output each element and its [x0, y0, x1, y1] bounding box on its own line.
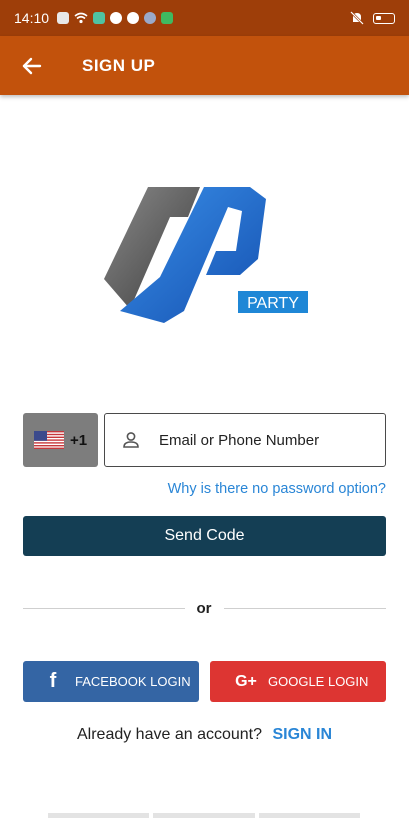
us-flag-icon: [33, 431, 64, 449]
send-code-button[interactable]: Send Code: [23, 516, 386, 556]
gmail-icon: [110, 12, 123, 24]
divider-right: [224, 608, 386, 609]
app-bar: SIGN UP: [0, 36, 409, 95]
bottom-tab[interactable]: [258, 813, 360, 818]
facebook-icon: f: [49, 670, 57, 692]
google-login-label: GOOGLE LOGIN: [268, 674, 369, 689]
country-code-label: +1: [69, 431, 88, 449]
or-label: or: [196, 600, 212, 617]
silent-icon: [350, 11, 364, 25]
back-button[interactable]: [20, 54, 44, 78]
facebook-login-label: FACEBOOK LOGIN: [75, 674, 191, 689]
signin-link[interactable]: SIGN IN: [272, 726, 332, 743]
page-title: SIGN UP: [82, 55, 156, 75]
arrow-left-icon: [22, 57, 42, 74]
signin-prompt: Already have an account?: [76, 726, 262, 743]
google-plus-icon: G+: [235, 672, 257, 690]
status-right-icons: [349, 11, 395, 25]
facebook-login-button[interactable]: f FACEBOOK LOGIN: [23, 661, 199, 702]
email-input[interactable]: [159, 431, 379, 449]
bottom-tab[interactable]: [153, 813, 255, 818]
google-login-button[interactable]: G+ GOOGLE LOGIN: [210, 661, 386, 702]
signin-row: Already have an account? SIGN IN: [0, 726, 409, 744]
mi-icon: [127, 12, 140, 24]
wifi-icon: [74, 12, 88, 24]
country-code-button[interactable]: +1: [23, 413, 98, 467]
bottom-tab-bar: [48, 813, 360, 818]
notification-icons: [57, 12, 174, 24]
logo-word: PARTY: [247, 295, 299, 312]
battery-icon: [373, 12, 395, 24]
app-icon: [93, 12, 106, 24]
bottom-tab[interactable]: [48, 813, 150, 818]
app-logo: PARTY: [100, 183, 310, 325]
message-icon: [57, 12, 70, 24]
person-icon: [123, 432, 139, 448]
divider-left: [23, 608, 185, 609]
status-bar: 14:10: [0, 0, 409, 36]
sparkle-icon: [161, 12, 174, 24]
email-field[interactable]: [104, 413, 386, 467]
settings-icon: [144, 12, 157, 24]
why-no-password-link[interactable]: Why is there no password option?: [168, 481, 386, 497]
status-time: 14:10: [14, 10, 50, 26]
